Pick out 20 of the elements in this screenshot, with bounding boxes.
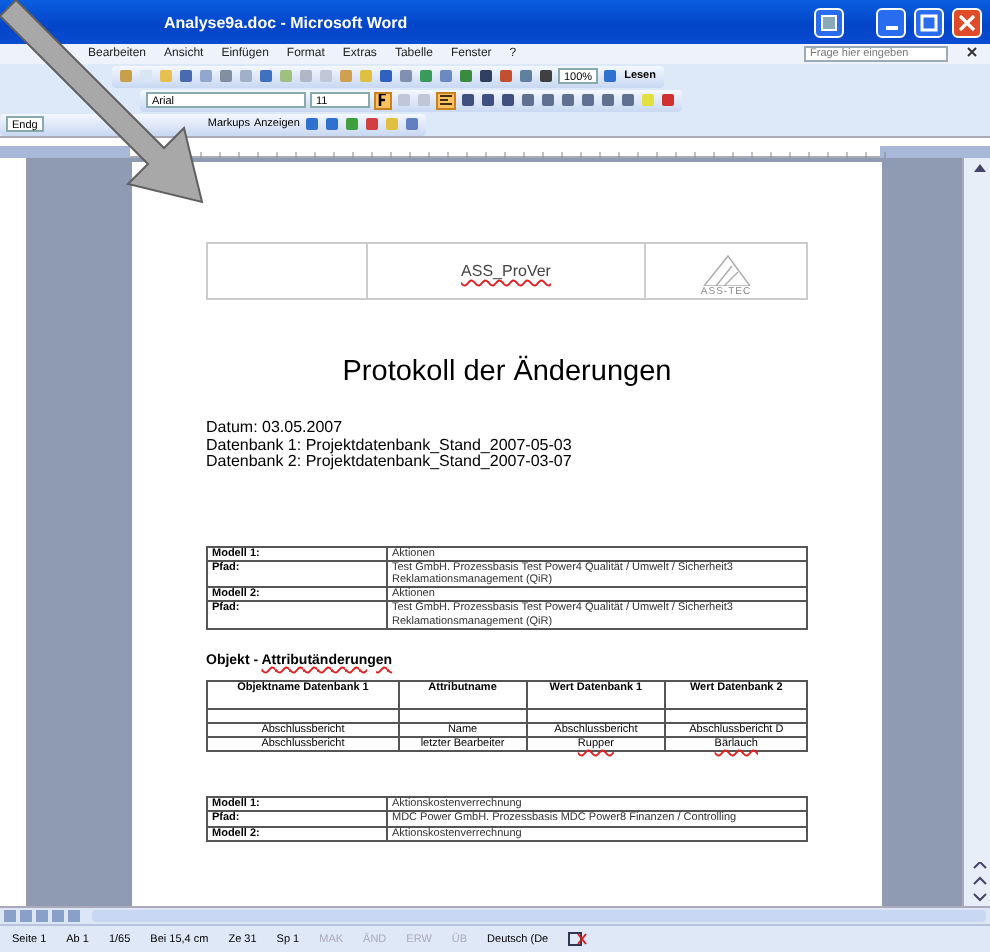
close-icon xyxy=(958,13,976,31)
vertical-scrollbar[interactable] xyxy=(962,158,990,906)
network-button[interactable] xyxy=(814,7,844,37)
bold-button[interactable] xyxy=(374,91,392,109)
header-title: ASS_ProVer xyxy=(461,262,551,280)
info-line: Datum: 03.05.2007 xyxy=(206,420,345,437)
align-left-button[interactable] xyxy=(436,91,456,109)
document-heading: Protokoll der Änderungen xyxy=(340,356,674,388)
page-browse-icon[interactable] xyxy=(971,862,987,902)
info-line: Datenbank 2: Projektdatenbank_Stand_2007-03-07 xyxy=(206,454,574,471)
window-title: Analyse9a.doc - Microsoft Word xyxy=(164,13,410,31)
horizontal-scrollbar[interactable] xyxy=(92,910,986,922)
close-document-icon[interactable] xyxy=(966,46,978,62)
minimize-button[interactable] xyxy=(876,7,906,37)
maximize-button[interactable] xyxy=(914,7,944,37)
minimize-icon xyxy=(885,25,897,29)
info-line: Datenbank 1: Projektdatenbank_Stand_2007-05-03 xyxy=(206,437,574,454)
logo-icon xyxy=(700,254,752,286)
maximize-icon xyxy=(920,13,938,31)
close-button[interactable] xyxy=(952,7,982,37)
